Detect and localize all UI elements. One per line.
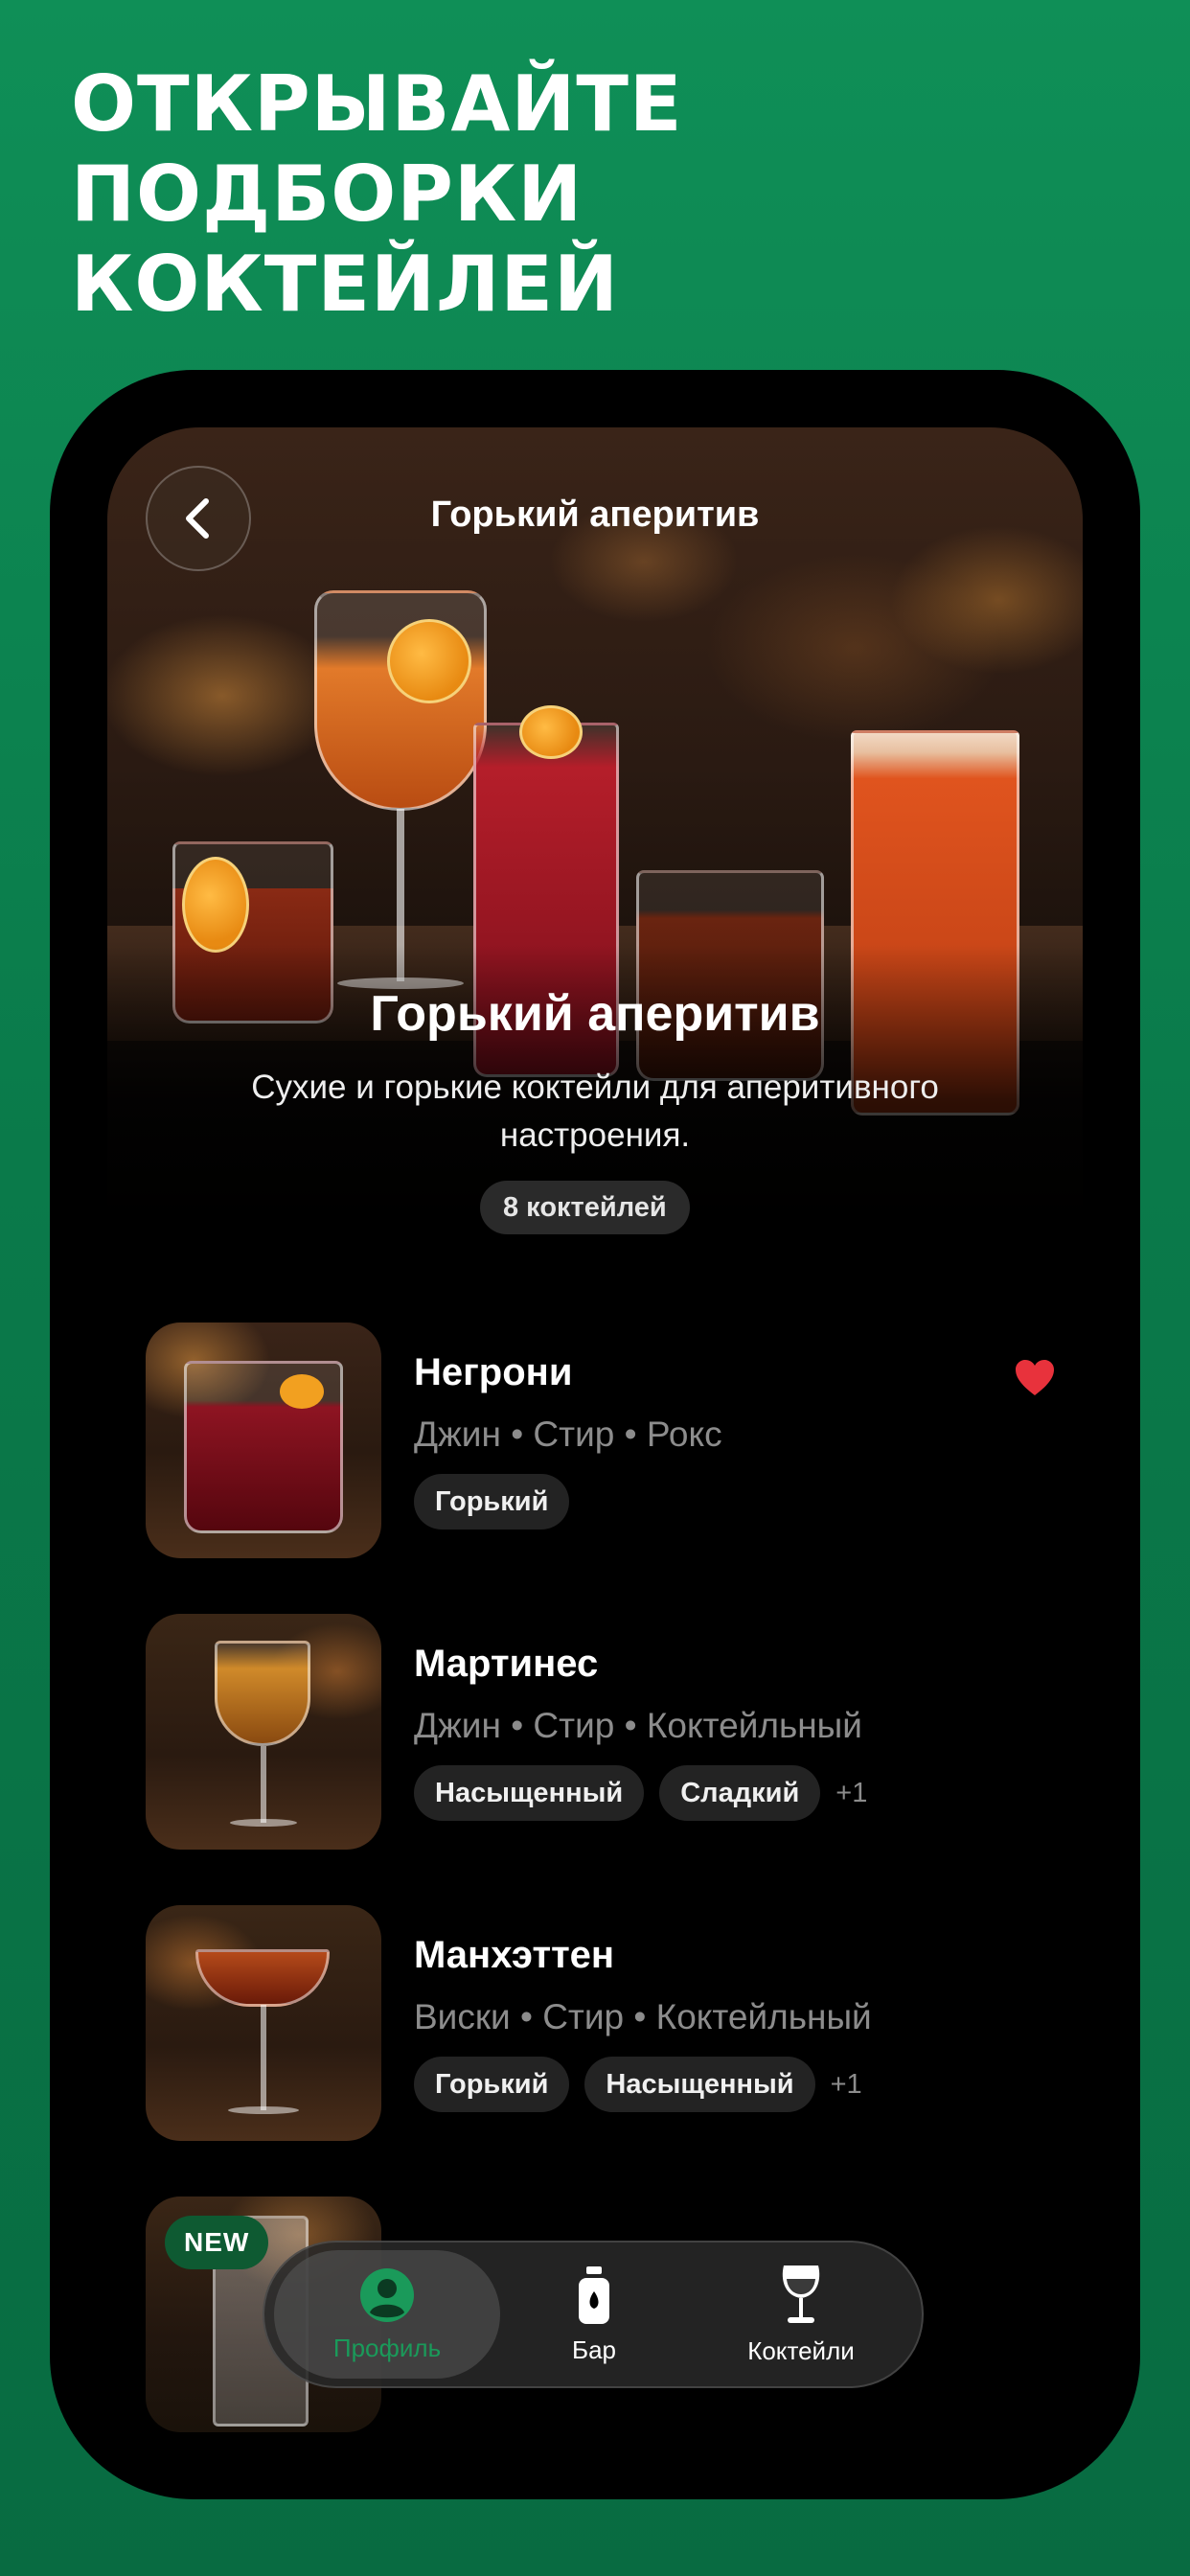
tab-label: Бар: [572, 2334, 616, 2364]
cocktail-thumbnail: [146, 1614, 381, 1850]
tab-label: Профиль: [332, 2333, 442, 2362]
cocktail-list-item[interactable]: Негрони Джин • Стир • Рокс Горький: [146, 1322, 1056, 1558]
nav-title: Горький аперитив: [430, 494, 760, 535]
cocktail-count-badge: 8 коктейлей: [480, 1181, 690, 1234]
tab-profile[interactable]: Профиль: [274, 2250, 500, 2379]
more-tags-count: +1: [835, 1777, 868, 1808]
app-screen: Горький аперитив Горький аперитив Сухие …: [107, 427, 1083, 2440]
favorite-heart-icon[interactable]: [1014, 1359, 1056, 1397]
cocktail-thumbnail: [146, 1905, 381, 2141]
cocktail-name: Мартинес: [414, 1643, 599, 1685]
taste-tag: Насыщенный: [414, 1765, 645, 1821]
tab-label: Коктейли: [747, 2335, 855, 2365]
cocktail-tags: Насыщенный Сладкий +1: [414, 1765, 867, 1821]
bottle-icon: [579, 2266, 609, 2324]
taste-tag: Горький: [414, 2057, 570, 2112]
wine-glass-image: [314, 590, 487, 811]
cocktail-list-item[interactable]: Манхэттен Виски • Стир • Коктейльный Гор…: [146, 1905, 1056, 2141]
taste-tag: Горький: [414, 1474, 570, 1530]
wine-glass-icon: [782, 2265, 820, 2323]
promo-headline: ОТКРЫВАЙТЕ ПОДБОРКИ КОКТЕЙЛЕЙ: [71, 59, 1144, 330]
promo-headline-line2: КОКТЕЙЛЕЙ: [71, 240, 620, 329]
taste-tag: Сладкий: [659, 1765, 821, 1821]
cocktail-meta: Джин • Стир • Рокс: [414, 1414, 722, 1454]
profile-icon: [360, 2267, 414, 2322]
tab-cocktails[interactable]: Коктейли: [688, 2250, 914, 2379]
cocktail-name: Манхэттен: [414, 1934, 615, 1976]
orange-wedge-garnish: [519, 705, 583, 759]
more-tags-count: +1: [830, 2068, 862, 2100]
collection-title: Горький аперитив: [370, 986, 820, 1042]
cocktail-thumbnail: [146, 1322, 381, 1558]
new-badge: NEW: [165, 2216, 269, 2269]
cocktail-tags: Горький: [414, 1474, 570, 1530]
cocktail-meta: Виски • Стир • Коктейльный: [414, 1997, 872, 2036]
collection-description: Сухие и горькие коктейли для аперитивног…: [251, 1069, 939, 1154]
tab-bar-inventory[interactable]: Бар: [481, 2250, 707, 2379]
orange-peel-garnish: [182, 857, 249, 953]
cocktail-tags: Горький Насыщенный +1: [414, 2057, 862, 2112]
cocktail-name: Негрони: [414, 1351, 573, 1393]
cocktail-meta: Джин • Стир • Коктейльный: [414, 1706, 862, 1745]
tab-bar: Профиль Бар Коктейли: [263, 2241, 924, 2388]
cocktail-list-item[interactable]: Мартинес Джин • Стир • Коктейльный Насыщ…: [146, 1614, 1056, 1850]
taste-tag: Насыщенный: [584, 2057, 815, 2112]
orange-slice-garnish: [387, 619, 471, 703]
promo-headline-line1: ОТКРЫВАЙТЕ ПОДБОРКИ: [71, 59, 683, 239]
